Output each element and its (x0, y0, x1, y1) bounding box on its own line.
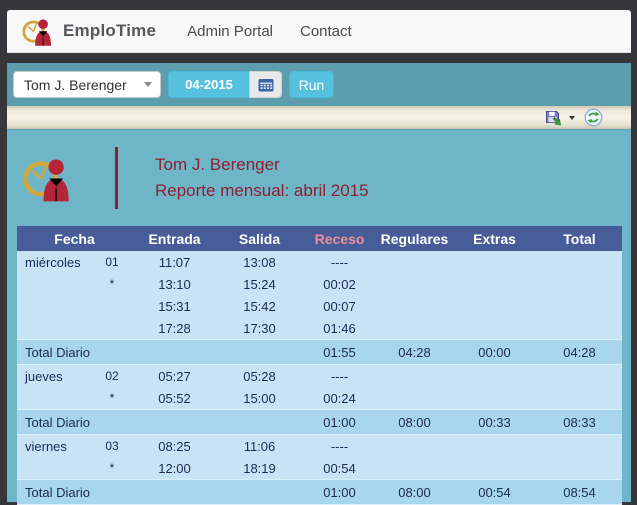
refresh-icon (584, 108, 603, 127)
receso-cell: ---- (302, 435, 377, 458)
app-window: .logo-sm .logo-bg-fill{fill:#f8f8f8} Emp… (7, 10, 631, 501)
site-header: .logo-sm .logo-bg-fill{fill:#f8f8f8} Emp… (7, 10, 631, 53)
day-number: 03 (92, 435, 132, 458)
export-dropdown-caret-icon[interactable] (569, 116, 575, 120)
total-receso: 01:00 (302, 410, 377, 435)
header-gap (7, 53, 631, 63)
salida-cell: 18:19 (217, 457, 302, 480)
emplotime-logo-icon: .logo-lg .logo-bg-fill{fill:#6fb5c8} (21, 149, 75, 207)
col-extras: Extras (452, 226, 537, 251)
col-total: Total (537, 226, 622, 251)
total-regulares: 08:00 (377, 410, 452, 435)
day-name: viernes (17, 435, 92, 458)
salida-cell: 11:06 (217, 435, 302, 458)
edited-mark: * (92, 273, 132, 295)
daily-total-label: Total Diario (17, 410, 132, 435)
salida-cell: 15:24 (217, 273, 302, 295)
salida-cell: 05:28 (217, 365, 302, 388)
total-total: 04:28 (537, 340, 622, 365)
table-row: miércoles 01 11:07 13:08 ---- (17, 251, 622, 273)
salida-cell: 15:42 (217, 295, 302, 317)
run-button[interactable]: Run (289, 71, 334, 98)
day-name: miércoles (17, 251, 92, 273)
save-export-button[interactable] (545, 109, 563, 126)
report-title: Reporte mensual: abril 2015 (155, 178, 369, 204)
calendar-button[interactable] (249, 71, 282, 98)
entrada-cell: 12:00 (132, 457, 217, 480)
employee-select-value: Tom J. Berenger (24, 77, 140, 93)
table-row: jueves 02 05:27 05:28 ---- (17, 365, 622, 388)
report-titles: Tom J. Berenger Reporte mensual: abril 2… (155, 152, 369, 204)
day-number: 01 (92, 251, 132, 273)
nav-contact[interactable]: Contact (300, 23, 352, 40)
total-receso: 01:55 (302, 340, 377, 365)
timesheet-table: Fecha Entrada Salida Receso Regulares Ex… (17, 226, 622, 505)
entrada-cell: 05:27 (132, 365, 217, 388)
table-header-row: Fecha Entrada Salida Receso Regulares Ex… (17, 226, 622, 251)
receso-cell: 00:24 (302, 387, 377, 410)
salida-cell: 13:08 (217, 251, 302, 273)
col-fecha: Fecha (17, 226, 132, 251)
col-regulares: Regulares (377, 226, 452, 251)
refresh-button[interactable] (584, 108, 603, 127)
entrada-cell: 08:25 (132, 435, 217, 458)
salida-cell: 17:30 (217, 317, 302, 340)
edited-mark: * (92, 457, 132, 480)
table-row: * 05:52 15:00 00:24 (17, 387, 622, 410)
col-receso: Receso (302, 226, 377, 251)
entrada-cell: 13:10 (132, 273, 217, 295)
daily-total-row: Total Diario 01:00 08:00 00:33 08:33 (17, 410, 622, 435)
table-row: * 13:10 15:24 00:02 (17, 273, 622, 295)
period-button[interactable]: 04-2015 (168, 71, 249, 98)
table-row: viernes 03 08:25 11:06 ---- (17, 435, 622, 458)
daily-total-label: Total Diario (17, 340, 132, 365)
daily-total-row: Total Diario 01:55 04:28 00:00 04:28 (17, 340, 622, 365)
receso-cell: 00:02 (302, 273, 377, 295)
red-divider (115, 147, 118, 209)
entrada-cell: 17:28 (132, 317, 217, 340)
employee-select[interactable]: Tom J. Berenger (13, 71, 161, 98)
receso-cell: 00:07 (302, 295, 377, 317)
report-viewer: .logo-lg .logo-bg-fill{fill:#6fb5c8} Tom… (7, 129, 631, 502)
col-entrada: Entrada (132, 226, 217, 251)
report-toolbar: Tom J. Berenger 04-2015 Run (7, 63, 631, 106)
calendar-icon (258, 78, 274, 92)
receso-cell: ---- (302, 365, 377, 388)
total-extras: 00:33 (452, 410, 537, 435)
emplotime-logo-icon: .logo-sm .logo-bg-fill{fill:#f8f8f8} (21, 14, 55, 48)
entrada-cell: 05:52 (132, 387, 217, 410)
period-group: 04-2015 (168, 71, 282, 98)
receso-cell: 00:54 (302, 457, 377, 480)
total-regulares: 04:28 (377, 340, 452, 365)
total-extras: 00:00 (452, 340, 537, 365)
chevron-down-icon (144, 82, 152, 87)
receso-cell: 01:46 (302, 317, 377, 340)
entrada-cell: 15:31 (132, 295, 217, 317)
day-number: 02 (92, 365, 132, 388)
salida-cell: 15:00 (217, 387, 302, 410)
edited-mark: * (92, 387, 132, 410)
save-export-icon (545, 109, 563, 126)
table-row: 17:28 17:30 01:46 (17, 317, 622, 340)
col-salida: Salida (217, 226, 302, 251)
day-name: jueves (17, 365, 92, 388)
receso-cell: ---- (302, 251, 377, 273)
nav-admin-portal[interactable]: Admin Portal (187, 23, 273, 40)
report-employee-name: Tom J. Berenger (155, 152, 369, 178)
report-header: .logo-lg .logo-bg-fill{fill:#6fb5c8} Tom… (7, 146, 631, 210)
table-row: 15:31 15:42 00:07 (17, 295, 622, 317)
export-bar (7, 106, 631, 129)
table-row: * 12:00 18:19 00:54 (17, 457, 622, 480)
brand-name: EmploTime (63, 21, 156, 41)
total-total: 08:33 (537, 410, 622, 435)
entrada-cell: 11:07 (132, 251, 217, 273)
